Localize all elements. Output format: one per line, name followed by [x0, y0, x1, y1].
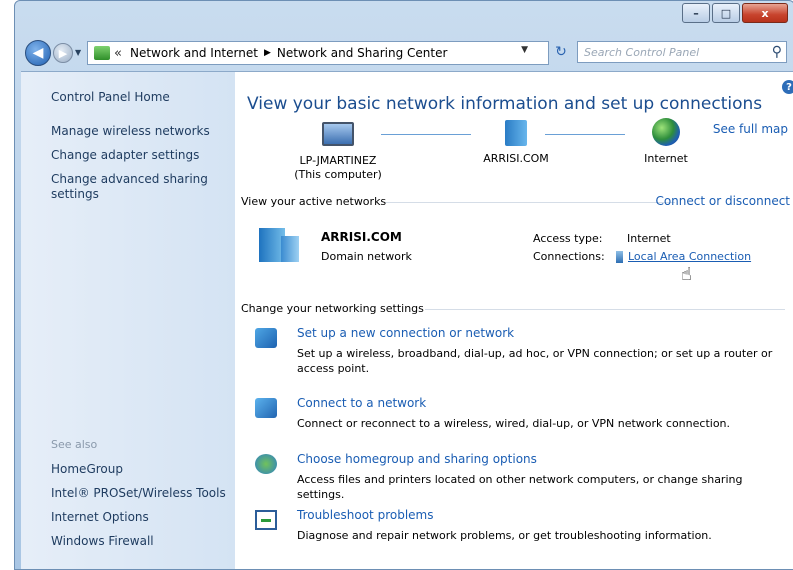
- domain-network-icon: [505, 120, 527, 146]
- see-also-proset-wireless-tools[interactable]: Intel® PROSet/Wireless Tools: [51, 486, 226, 500]
- active-networks-heading: View your active networks: [241, 195, 387, 208]
- maximize-button[interactable]: □: [712, 3, 740, 23]
- task-title[interactable]: Troubleshoot problems: [297, 508, 433, 522]
- sidebar-change-adapter-settings[interactable]: Change adapter settings: [51, 148, 199, 162]
- see-full-map-link[interactable]: See full map: [713, 122, 788, 136]
- breadcrumb-separator-icon[interactable]: ▶: [264, 48, 271, 58]
- connections-label: Connections:: [533, 250, 605, 263]
- map-domain-node[interactable]: ARRISI.COM: [461, 118, 571, 166]
- active-network-name: ARRISI.COM: [321, 230, 402, 244]
- active-network-type: Domain network: [321, 250, 412, 263]
- internet-globe-icon: [652, 118, 680, 146]
- forward-button[interactable]: ▶: [53, 43, 73, 63]
- task-description: Diagnose and repair network problems, or…: [297, 529, 712, 542]
- hand-cursor-icon: ☝: [681, 264, 692, 285]
- content-area: Control Panel Home Manage wireless netwo…: [21, 71, 793, 569]
- control-panel-icon: [94, 46, 110, 60]
- sidebar: Control Panel Home Manage wireless netwo…: [21, 72, 235, 569]
- search-placeholder: Search Control Panel: [584, 45, 700, 59]
- access-type-label: Access type:: [533, 232, 603, 245]
- computer-name: LP-JMARTINEZ: [299, 154, 377, 167]
- map-link-line: [381, 134, 471, 135]
- address-overflow-icon[interactable]: «: [114, 46, 122, 61]
- task-setup-connection[interactable]: Set up a new connection or network Set u…: [255, 326, 790, 386]
- sidebar-control-panel-home[interactable]: Control Panel Home: [51, 90, 170, 104]
- task-homegroup-sharing[interactable]: Choose homegroup and sharing options Acc…: [255, 452, 790, 501]
- task-connect-to-network[interactable]: Connect to a network Connect or reconnec…: [255, 396, 790, 436]
- window-controls: – □ x: [680, 3, 788, 23]
- breadcrumb-network-and-internet[interactable]: Network and Internet: [130, 46, 258, 60]
- section-divider: [425, 309, 785, 310]
- ethernet-connection-icon: [616, 251, 623, 263]
- control-panel-window: – □ x ◀ ▶ ▼ « Network and Internet ▶ Net…: [14, 0, 793, 570]
- task-troubleshoot[interactable]: Troubleshoot problems Diagnose and repai…: [255, 508, 790, 548]
- search-icon[interactable]: ⚲: [772, 44, 782, 60]
- domain-name: ARRISI.COM: [483, 152, 549, 165]
- networking-settings-heading: Change your networking settings: [241, 302, 424, 315]
- task-title[interactable]: Choose homegroup and sharing options: [297, 452, 537, 466]
- homegroup-icon: [255, 454, 277, 474]
- task-description: Access files and printers located on oth…: [297, 473, 743, 501]
- help-icon[interactable]: ?: [782, 80, 793, 94]
- breadcrumb-network-and-sharing-center[interactable]: Network and Sharing Center: [277, 46, 448, 60]
- title-bar: – □ x: [15, 1, 793, 35]
- connect-network-icon: [255, 398, 277, 418]
- navigation-bar: ◀ ▶ ▼ « Network and Internet ▶ Network a…: [15, 39, 793, 67]
- see-also-homegroup[interactable]: HomeGroup: [51, 462, 123, 476]
- access-type-value: Internet: [627, 232, 671, 245]
- internet-label: Internet: [644, 152, 688, 165]
- sidebar-manage-wireless-networks[interactable]: Manage wireless networks: [51, 124, 210, 138]
- see-also-internet-options[interactable]: Internet Options: [51, 510, 149, 524]
- see-also-heading: See also: [51, 438, 98, 451]
- computer-icon: [322, 122, 354, 146]
- recent-pages-dropdown-icon[interactable]: ▼: [75, 48, 81, 57]
- search-input[interactable]: Search Control Panel ⚲: [577, 41, 787, 63]
- connect-or-disconnect-link[interactable]: Connect or disconnect: [655, 194, 790, 208]
- address-bar[interactable]: « Network and Internet ▶ Network and Sha…: [87, 41, 549, 65]
- task-title[interactable]: Set up a new connection or network: [297, 326, 514, 340]
- task-description: Set up a wireless, broadband, dial-up, a…: [297, 347, 773, 375]
- domain-network-large-icon: [259, 222, 303, 264]
- main-panel: ? View your basic network information an…: [235, 72, 793, 569]
- computer-subtitle: (This computer): [294, 168, 382, 181]
- troubleshoot-icon: [255, 510, 277, 530]
- close-button[interactable]: x: [742, 3, 788, 23]
- map-internet-node[interactable]: Internet: [611, 118, 721, 166]
- setup-connection-icon: [255, 328, 277, 348]
- task-title[interactable]: Connect to a network: [297, 396, 426, 410]
- task-description: Connect or reconnect to a wireless, wire…: [297, 417, 731, 430]
- back-button[interactable]: ◀: [25, 40, 51, 66]
- minimize-button[interactable]: –: [682, 3, 710, 23]
- local-area-connection-link[interactable]: Local Area Connection: [628, 250, 751, 263]
- see-also-windows-firewall[interactable]: Windows Firewall: [51, 534, 154, 548]
- refresh-button[interactable]: ↻: [550, 41, 572, 63]
- section-divider: [385, 202, 675, 203]
- address-dropdown-icon[interactable]: ▼: [521, 45, 528, 55]
- page-title: View your basic network information and …: [247, 94, 763, 114]
- sidebar-change-advanced-sharing-settings[interactable]: Change advanced sharing settings: [51, 172, 211, 202]
- map-computer-node[interactable]: LP-JMARTINEZ (This computer): [283, 118, 393, 182]
